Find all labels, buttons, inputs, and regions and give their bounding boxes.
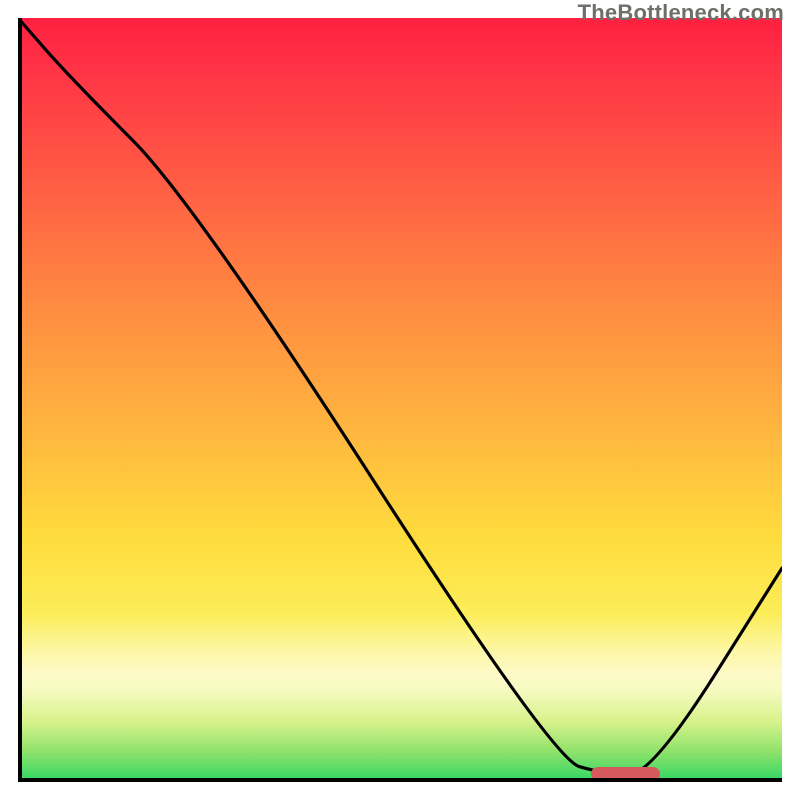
optimal-range-marker: [591, 767, 660, 781]
plot-area: [18, 18, 782, 782]
bottleneck-chart: TheBottleneck.com: [0, 0, 800, 800]
bottleneck-curve-path: [18, 18, 782, 774]
curve-layer: [18, 18, 782, 782]
watermark-text: TheBottleneck.com: [578, 0, 784, 26]
